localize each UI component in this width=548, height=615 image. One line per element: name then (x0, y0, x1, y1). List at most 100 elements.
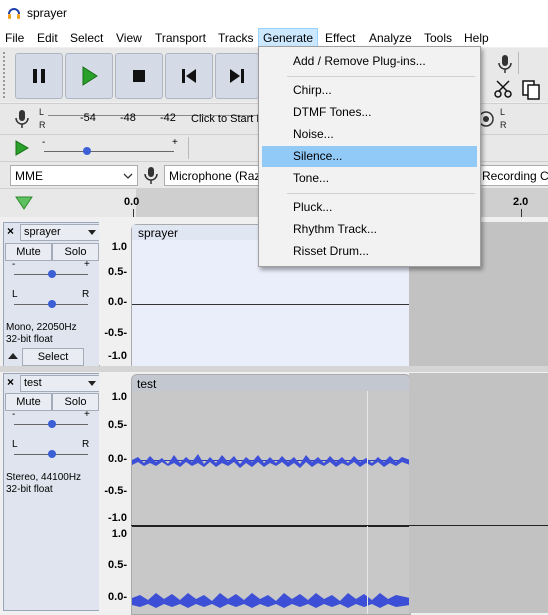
scale-label: 0.0- (108, 453, 127, 465)
skip-start-icon (182, 69, 196, 83)
menu-tools[interactable]: Tools (420, 29, 456, 47)
clip-title-bar[interactable] (132, 375, 410, 391)
pan-thumb[interactable] (48, 450, 56, 458)
menu-analyze[interactable]: Analyze (365, 29, 416, 47)
toolbar-grip[interactable] (3, 52, 9, 98)
meter-tick: -54 (80, 112, 96, 124)
menu-help[interactable]: Help (460, 29, 493, 47)
microphone-icon[interactable] (494, 52, 516, 76)
scale-label: 0.0- (108, 296, 127, 308)
menu-separator (287, 193, 475, 194)
menu-bar: File Edit Select View Transport Tracks G… (0, 27, 548, 48)
menu-item-rhythm-track[interactable]: Rhythm Track... (262, 219, 477, 240)
pan-slider[interactable]: L R (12, 289, 92, 309)
scale-label: 0.5- (108, 559, 127, 571)
click-to-start-monitoring[interactable]: Click to Start M (191, 113, 266, 125)
scale-label: 1.0 (111, 528, 127, 540)
menu-item-silence[interactable]: Silence... (262, 146, 477, 167)
cut-icon[interactable] (492, 78, 516, 100)
collapse-track-icon[interactable] (7, 351, 19, 361)
track-name-menu[interactable]: test (20, 375, 100, 392)
gain-thumb[interactable] (48, 420, 56, 428)
track-name-menu[interactable]: sprayer (20, 224, 100, 241)
menu-item-dtmf-tones[interactable]: DTMF Tones... (262, 102, 477, 123)
chevron-down-icon (123, 173, 133, 179)
track-control-panel-sprayer: × sprayer Mute Solo - + L R Mono, 22050H… (3, 222, 100, 367)
menu-item-risset-drum[interactable]: Risset Drum... (262, 241, 477, 262)
gain-plus: + (84, 259, 90, 270)
menu-file[interactable]: File (1, 29, 28, 47)
track-format: Mono, 22050Hz (6, 322, 77, 333)
scale-label: 0.5- (108, 266, 127, 278)
pan-r: R (82, 439, 90, 450)
play-button[interactable] (65, 53, 113, 99)
solo-button[interactable]: Solo (52, 393, 99, 411)
pan-l: L (12, 289, 18, 300)
vertical-scale-sprayer[interactable]: 1.0 0.5- 0.0- -0.5- -1.0 (99, 222, 130, 365)
pause-icon (33, 69, 45, 83)
playback-meter-r-label: R (500, 120, 507, 130)
gain-slider[interactable]: - + (12, 409, 92, 431)
pan-slider[interactable]: L R (12, 439, 92, 459)
track-bitdepth: 32-bit float (6, 484, 53, 495)
menu-item-chirp[interactable]: Chirp... (262, 80, 477, 101)
recording-device-select[interactable]: Microphone (Raz (164, 165, 262, 186)
menu-transport[interactable]: Transport (151, 29, 210, 47)
menu-tracks[interactable]: Tracks (214, 29, 258, 47)
menu-item-tone[interactable]: Tone... (262, 168, 477, 189)
audio-host-select[interactable]: MME (10, 165, 138, 186)
waveform-right-channel (132, 593, 410, 608)
ruler-start: 0.0 (124, 196, 140, 208)
copy-icon[interactable] (520, 78, 544, 100)
timeline-options-icon[interactable] (14, 195, 34, 211)
stop-icon (133, 70, 145, 82)
scale-label: 1.0 (111, 241, 127, 253)
input-mic-icon (144, 167, 158, 184)
recording-channels-select[interactable]: Recording Ch (478, 165, 548, 186)
menu-item-pluck[interactable]: Pluck... (262, 197, 477, 218)
gain-thumb[interactable] (48, 270, 56, 278)
scale-label: -1.0 (108, 350, 127, 362)
playback-meter-l-label: L (500, 107, 506, 117)
close-track-icon[interactable]: × (7, 224, 14, 238)
close-track-icon[interactable]: × (7, 375, 14, 389)
pan-l: L (12, 439, 18, 450)
menu-view[interactable]: View (112, 29, 146, 47)
recording-device-value: Microphone (Raz (169, 169, 261, 183)
scale-label: -0.5- (104, 327, 127, 339)
meter-tick: -42 (160, 112, 176, 124)
scale-label: 0.5- (108, 419, 127, 431)
vertical-scale-test[interactable]: 1.0 0.5- 0.0- -0.5- -1.0 1.0 0.5- 0.0- (99, 373, 130, 613)
pause-button[interactable] (15, 53, 63, 99)
skip-to-end-button[interactable] (215, 53, 259, 99)
audacity-icon (8, 8, 20, 19)
menu-generate[interactable]: Generate (258, 28, 319, 48)
menu-item-add-remove-plugins[interactable]: Add / Remove Plug-ins... (262, 51, 477, 72)
meter-l-label: L (39, 107, 45, 117)
pan-thumb[interactable] (48, 300, 56, 308)
record-meter-mic-icon[interactable] (12, 108, 32, 132)
solo-button[interactable]: Solo (52, 243, 99, 261)
track-menu-arrow-icon (88, 381, 96, 386)
pan-r: R (82, 289, 90, 300)
gain-slider[interactable]: - + (12, 259, 92, 281)
empty-track-area (409, 373, 548, 613)
track-format: Stereo, 44100Hz (6, 472, 82, 483)
play-at-speed-icon[interactable] (12, 139, 32, 157)
skip-to-start-button[interactable] (165, 53, 213, 99)
stop-button[interactable] (115, 53, 163, 99)
gain-plus: + (84, 409, 90, 420)
scale-label: 0.0- (108, 591, 127, 603)
clip-name: sprayer (138, 226, 179, 240)
select-track-button[interactable]: Select (22, 348, 84, 366)
clip-test[interactable]: test (131, 374, 411, 615)
menu-effect[interactable]: Effect (321, 29, 359, 47)
track-separator (0, 366, 548, 372)
speed-slider-plus: + (172, 137, 178, 148)
track-name: sprayer (24, 226, 61, 238)
menu-select[interactable]: Select (66, 29, 107, 47)
menu-edit[interactable]: Edit (33, 29, 62, 47)
menu-item-noise[interactable]: Noise... (262, 124, 477, 145)
play-speed-slider[interactable]: - + (40, 137, 182, 157)
speed-slider-thumb[interactable] (83, 147, 91, 155)
